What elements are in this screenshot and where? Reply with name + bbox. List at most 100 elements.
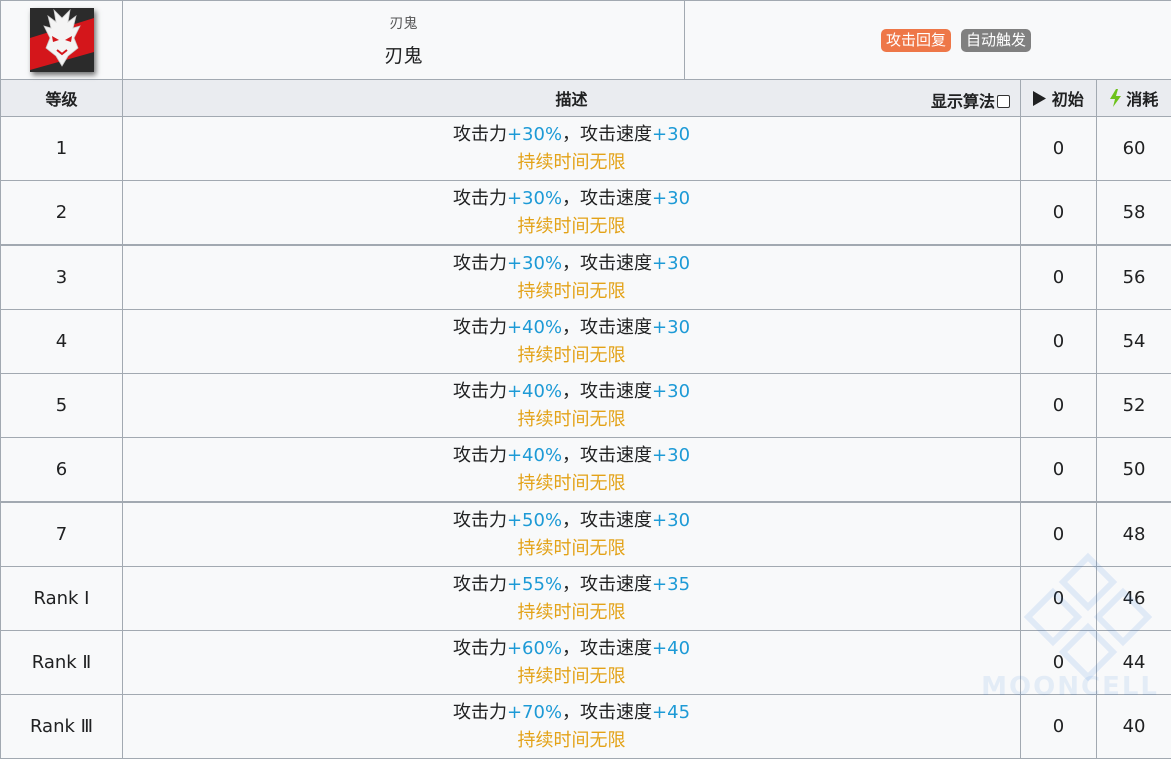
atk-label: 攻击力 (453, 445, 507, 466)
sp-cost-label: 消耗 (1126, 90, 1158, 109)
initial-sp-cell: 0 (1021, 117, 1097, 181)
sp-cost-cell: 48 (1097, 502, 1171, 567)
stat-line: 攻击力+50%，攻击速度+30 (123, 507, 1020, 535)
level-cell: Rank Ⅰ (1, 567, 123, 631)
level-cell: 2 (1, 181, 123, 246)
spd-label: 攻击速度 (580, 381, 652, 402)
spd-label: 攻击速度 (580, 574, 652, 595)
description-cell: 攻击力+70%，攻击速度+45持续时间无限 (123, 695, 1021, 759)
atk-label: 攻击力 (453, 574, 507, 595)
spd-value: +30 (652, 510, 690, 531)
lightning-icon (1110, 89, 1121, 107)
separator: ， (562, 510, 580, 531)
spd-label: 攻击速度 (580, 188, 652, 209)
level-cell: 6 (1, 438, 123, 503)
skill-name-cell: 刃鬼 刃鬼 (123, 1, 685, 80)
description-cell: 攻击力+50%，攻击速度+30持续时间无限 (123, 502, 1021, 567)
atk-value: +55% (507, 574, 562, 595)
initial-sp-cell: 0 (1021, 695, 1097, 759)
stat-line: 攻击力+30%，攻击速度+30 (123, 121, 1020, 149)
sp-cost-cell: 54 (1097, 310, 1171, 374)
sp-cost-cell: 58 (1097, 181, 1171, 246)
skill-icon-cell (1, 1, 123, 80)
atk-value: +50% (507, 510, 562, 531)
spd-label: 攻击速度 (580, 445, 652, 466)
sp-cost-cell: 52 (1097, 374, 1171, 438)
separator: ， (562, 124, 580, 145)
atk-value: +40% (507, 317, 562, 338)
stat-line: 攻击力+70%，攻击速度+45 (123, 699, 1020, 727)
spd-label: 攻击速度 (580, 317, 652, 338)
description-cell: 攻击力+40%，攻击速度+30持续时间无限 (123, 310, 1021, 374)
description-cell: 攻击力+60%，攻击速度+40持续时间无限 (123, 631, 1021, 695)
duration-text: 持续时间无限 (123, 470, 1020, 498)
initial-sp-cell: 0 (1021, 438, 1097, 503)
show-algorithm-toggle[interactable]: 显示算法 (931, 88, 1010, 112)
separator: ， (562, 188, 580, 209)
initial-sp-cell: 0 (1021, 567, 1097, 631)
column-header-row: 等级 描述 显示算法 初始 消耗 (1, 80, 1171, 117)
spd-label: 攻击速度 (580, 253, 652, 274)
level-cell: 7 (1, 502, 123, 567)
initial-sp-header: 初始 (1021, 80, 1097, 117)
spd-value: +30 (652, 124, 690, 145)
level-row: 4攻击力+40%，攻击速度+30持续时间无限054 (1, 310, 1171, 374)
level-cell: Rank Ⅱ (1, 631, 123, 695)
stat-line: 攻击力+40%，攻击速度+30 (123, 378, 1020, 406)
level-cell: 4 (1, 310, 123, 374)
description-cell: 攻击力+55%，攻击速度+35持续时间无限 (123, 567, 1021, 631)
duration-text: 持续时间无限 (123, 727, 1020, 755)
level-cell: 5 (1, 374, 123, 438)
recovery-type-tag: 攻击回复 (881, 29, 951, 52)
stat-line: 攻击力+40%，攻击速度+30 (123, 442, 1020, 470)
atk-label: 攻击力 (453, 317, 507, 338)
spd-value: +30 (652, 381, 690, 402)
atk-value: +30% (507, 124, 562, 145)
stat-line: 攻击力+40%，攻击速度+30 (123, 314, 1020, 342)
skill-category: 刃鬼 (123, 13, 684, 33)
level-row: 7攻击力+50%，攻击速度+30持续时间无限048 (1, 502, 1171, 567)
sp-cost-header: 消耗 (1097, 80, 1171, 117)
spd-value: +30 (652, 188, 690, 209)
level-row: 3攻击力+30%，攻击速度+30持续时间无限056 (1, 245, 1171, 310)
description-cell: 攻击力+30%，攻击速度+30持续时间无限 (123, 245, 1021, 310)
atk-value: +30% (507, 188, 562, 209)
spd-label: 攻击速度 (580, 702, 652, 723)
level-cell: Rank Ⅲ (1, 695, 123, 759)
spd-value: +30 (652, 445, 690, 466)
spd-value: +40 (652, 638, 690, 659)
show-algorithm-checkbox[interactable] (997, 95, 1010, 108)
description-cell: 攻击力+30%，攻击速度+30持续时间无限 (123, 117, 1021, 181)
level-header: 等级 (1, 80, 123, 117)
atk-label: 攻击力 (453, 188, 507, 209)
separator: ， (562, 317, 580, 338)
description-cell: 攻击力+40%，攻击速度+30持续时间无限 (123, 374, 1021, 438)
duration-text: 持续时间无限 (123, 535, 1020, 563)
spd-label: 攻击速度 (580, 510, 652, 531)
duration-text: 持续时间无限 (123, 213, 1020, 241)
spd-value: +30 (652, 253, 690, 274)
duration-text: 持续时间无限 (123, 406, 1020, 434)
level-cell: 1 (1, 117, 123, 181)
atk-label: 攻击力 (453, 638, 507, 659)
level-row: 2攻击力+30%，攻击速度+30持续时间无限058 (1, 181, 1171, 246)
level-row: Rank Ⅰ攻击力+55%，攻击速度+35持续时间无限046 (1, 567, 1171, 631)
atk-value: +60% (507, 638, 562, 659)
skill-tags-cell: 攻击回复自动触发 (685, 1, 1171, 80)
atk-value: +40% (507, 381, 562, 402)
separator: ， (562, 445, 580, 466)
play-icon (1033, 91, 1046, 106)
sp-cost-cell: 40 (1097, 695, 1171, 759)
level-row: 5攻击力+40%，攻击速度+30持续时间无限052 (1, 374, 1171, 438)
sp-cost-cell: 46 (1097, 567, 1171, 631)
atk-label: 攻击力 (453, 381, 507, 402)
initial-sp-cell: 0 (1021, 245, 1097, 310)
atk-label: 攻击力 (453, 510, 507, 531)
spd-label: 攻击速度 (580, 638, 652, 659)
separator: ， (562, 574, 580, 595)
initial-sp-cell: 0 (1021, 502, 1097, 567)
separator: ， (562, 253, 580, 274)
duration-text: 持续时间无限 (123, 342, 1020, 370)
activation-type-tag: 自动触发 (961, 29, 1031, 52)
description-header-label: 描述 (555, 90, 587, 109)
